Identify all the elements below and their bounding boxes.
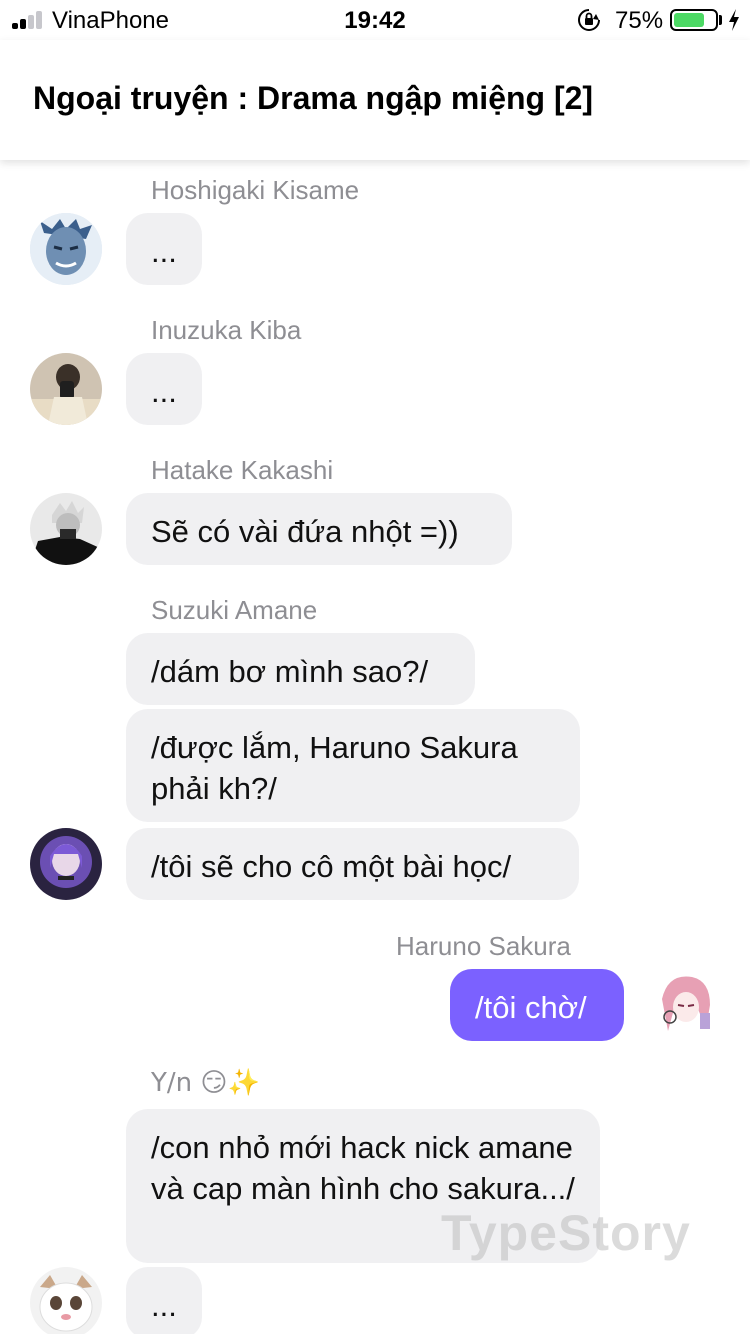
- kiba-avatar[interactable]: [30, 353, 102, 425]
- sender-name: Haruno Sakura: [396, 931, 571, 961]
- charging-bolt-icon: [729, 9, 739, 31]
- sender-name: Suzuki Amane: [151, 595, 318, 625]
- message-bubble: ...: [126, 1267, 202, 1334]
- kakashi-avatar[interactable]: [30, 493, 102, 565]
- message-bubble: /tôi sẽ cho cô một bài học/: [126, 828, 579, 900]
- battery-icon: [670, 9, 718, 31]
- battery-tip: [719, 15, 722, 25]
- page-title: Ngoại truyện : Drama ngập miệng [2]: [33, 80, 594, 116]
- my-message-bubble: /tôi chờ/: [450, 969, 624, 1041]
- chat-header: Ngoại truyện : Drama ngập miệng [2]: [0, 40, 750, 160]
- sender-name: Hoshigaki Kisame: [151, 175, 360, 205]
- message-bubble: Sẽ có vài đứa nhột =)): [126, 493, 512, 565]
- sender-name: Inuzuka Kiba: [151, 315, 302, 345]
- rotation-lock-icon: [578, 9, 600, 31]
- status-bar: VinaPhone 19:42 75%: [0, 0, 750, 40]
- amane-avatar[interactable]: [30, 828, 102, 900]
- chat-thread[interactable]: Hoshigaki Kisame ... Inuzuka Kiba ... Ha…: [0, 160, 750, 1334]
- sender-name: Hatake Kakashi: [151, 455, 334, 485]
- message-bubble: /dám bơ mình sao?/: [126, 633, 475, 705]
- battery-percent: 75%: [615, 7, 664, 34]
- message-bubble: /được lắm, Haruno Sakura phải kh?/: [126, 709, 580, 822]
- message-bubble: ...: [126, 353, 202, 425]
- yn-avatar[interactable]: [30, 1267, 102, 1334]
- sender-name: Y/n 😏✨: [151, 1068, 260, 1098]
- message-bubble: ...: [126, 213, 202, 285]
- watermark-logo: TypeStory: [441, 1205, 691, 1261]
- battery-level: [674, 13, 704, 27]
- sakura-avatar[interactable]: [648, 969, 720, 1041]
- kisame-avatar[interactable]: [30, 213, 102, 285]
